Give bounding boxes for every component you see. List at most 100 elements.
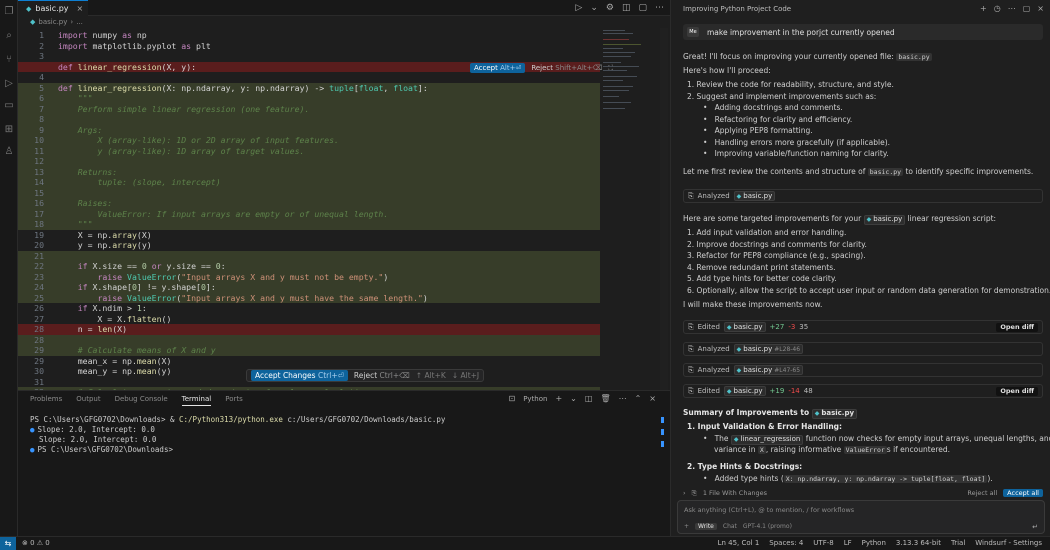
code-line[interactable]: 9 Args:: [18, 124, 600, 135]
inline-reject-button[interactable]: Reject Shift+Alt+⌫: [531, 64, 602, 72]
terminal-output[interactable]: PS C:\Users\GFG0702\Downloads> & C:/Pyth…: [30, 415, 445, 455]
toggle-panel-icon[interactable]: ▢: [638, 3, 647, 13]
code-line[interactable]: 1 import numpy as np: [18, 30, 600, 41]
extensions-icon[interactable]: ⊞: [3, 124, 15, 136]
chevron-down-icon[interactable]: ⌄: [590, 3, 598, 13]
open-editor-icon[interactable]: ▢: [1023, 4, 1031, 13]
remote-icon[interactable]: ⇆: [0, 537, 16, 550]
code-line[interactable]: 14 tuple: (slope, intercept): [18, 177, 600, 188]
code-line[interactable]: 27 X = X.flatten(): [18, 314, 600, 325]
mode-chat[interactable]: Chat: [723, 523, 737, 530]
tab-basic-py[interactable]: ◆ basic.py ×: [18, 0, 88, 16]
code-line[interactable]: 18 """: [18, 219, 600, 230]
trial-badge[interactable]: Trial: [951, 539, 965, 547]
eol[interactable]: LF: [844, 539, 852, 547]
open-diff-button[interactable]: Open diff: [996, 387, 1038, 396]
cursor-position[interactable]: Ln 45, Col 1: [718, 539, 760, 547]
code-area[interactable]: 1 import numpy as np 2 import matplotlib.py…: [18, 28, 600, 390]
code-line[interactable]: 2 import matplotlib.pyplot as plt: [18, 41, 600, 52]
code-line[interactable]: 11 y (array-like): 1D array of target va…: [18, 145, 600, 156]
tool-call-analyzed[interactable]: ⎘ Analyzed ◆ basic.py #L47-65: [683, 363, 1043, 377]
split-editor-icon[interactable]: ◫: [622, 3, 631, 13]
model-select[interactable]: GPT-4.1 (promo): [743, 523, 792, 530]
file-chip[interactable]: ◆ basic.py: [733, 191, 776, 201]
trash-icon[interactable]: 🗑: [600, 394, 610, 403]
code-line[interactable]: 3: [18, 51, 600, 62]
file-chip[interactable]: ◆ basic.py: [723, 322, 766, 332]
accept-all-button[interactable]: Accept all: [1003, 489, 1043, 497]
code-line[interactable]: 28: [18, 334, 600, 345]
history-icon[interactable]: ◷: [994, 4, 1001, 13]
tab-ports[interactable]: Ports: [225, 395, 243, 406]
more-icon[interactable]: ⋯: [1008, 4, 1016, 13]
indentation[interactable]: Spaces: 4: [769, 539, 803, 547]
code-line[interactable]: 26 if X.ndim > 1:: [18, 303, 600, 314]
code-line[interactable]: 8: [18, 114, 600, 125]
gear-icon[interactable]: ⚙: [606, 3, 614, 13]
changes-count[interactable]: 1 File With Changes: [703, 489, 767, 497]
code-line[interactable]: 28 n = len(X): [18, 324, 600, 335]
more-icon[interactable]: ⋯: [619, 394, 627, 403]
account-icon[interactable]: ♙: [3, 146, 15, 158]
next-hunk-button[interactable]: ↓ Alt+J: [452, 371, 479, 380]
run-debug-icon[interactable]: ▷: [3, 78, 15, 90]
mode-write[interactable]: Write: [695, 523, 717, 530]
terminal-shell-label[interactable]: Python: [523, 395, 547, 403]
tab-terminal[interactable]: Terminal: [181, 395, 212, 406]
code-line[interactable]: 6 """: [18, 93, 600, 104]
inline-accept-button[interactable]: Accept Alt+⏎: [470, 63, 526, 73]
chat-input[interactable]: Ask anything (Ctrl+L), @ to mention, / f…: [677, 500, 1045, 534]
code-line[interactable]: 12: [18, 156, 600, 167]
breadcrumb-file[interactable]: basic.py: [38, 18, 67, 26]
file-chip[interactable]: ◆ basic.py: [723, 386, 766, 396]
code-line[interactable]: 19 X = np.array(X): [18, 230, 600, 241]
code-line[interactable]: 22 if X.size == 0 or y.size == 0:: [18, 261, 600, 272]
code-line[interactable]: 20 y = np.array(y): [18, 240, 600, 251]
code-line[interactable]: 13 Returns:: [18, 166, 600, 177]
tool-call-analyzed[interactable]: ⎘ Analyzed ◆ basic.py: [683, 189, 1043, 203]
split-terminal-icon[interactable]: ◫: [585, 394, 593, 403]
file-chip[interactable]: ◆ basic.py #L47-65: [733, 365, 804, 375]
send-icon[interactable]: ↵: [1032, 523, 1038, 531]
tool-call-edited[interactable]: ⎘ Edited ◆ basic.py +19 -14 48 Open diff: [683, 384, 1043, 398]
chevron-right-icon[interactable]: ›: [683, 489, 686, 497]
accept-changes-button[interactable]: Accept Changes Ctrl+⏎: [251, 370, 348, 381]
reject-changes-button[interactable]: Reject Ctrl+⌫: [354, 371, 410, 380]
open-diff-button[interactable]: Open diff: [996, 323, 1038, 332]
code-line[interactable]: 29 # Calculate means of X and y: [18, 345, 600, 356]
editor-scrollbar[interactable]: [660, 28, 668, 390]
remote-explorer-icon[interactable]: ▭: [3, 100, 15, 112]
code-line[interactable]: 24 if X.shape[0] != y.shape[0]:: [18, 282, 600, 293]
files-icon[interactable]: ❐: [3, 6, 15, 18]
chevron-up-icon[interactable]: ⌃: [635, 394, 642, 403]
search-icon[interactable]: ⌕: [3, 30, 15, 42]
code-line[interactable]: 17 ValueError: If input arrays are empty…: [18, 208, 600, 219]
chevron-down-icon[interactable]: ⌄: [570, 394, 577, 403]
tool-call-analyzed[interactable]: ⎘ Analyzed ◆ basic.py #L28-46: [683, 342, 1043, 356]
interpreter[interactable]: 3.13.3 64-bit: [896, 539, 941, 547]
code-line[interactable]: 29 mean_x = np.mean(X): [18, 356, 600, 367]
plus-icon[interactable]: +: [684, 523, 689, 530]
prev-hunk-button[interactable]: ↑ Alt+K: [416, 371, 446, 380]
breadcrumb-more[interactable]: ...: [76, 18, 83, 26]
code-line[interactable]: 16 Raises:: [18, 198, 600, 209]
encoding[interactable]: UTF-8: [813, 539, 833, 547]
code-line[interactable]: 7 Perform simple linear regression (one …: [18, 103, 600, 114]
problems-count[interactable]: ⊗ 0 ⚠ 0: [22, 539, 50, 547]
close-icon[interactable]: ×: [649, 394, 656, 403]
tool-call-edited[interactable]: ⎘ Edited ◆ basic.py +27 -3 35 Open diff: [683, 320, 1043, 334]
reject-all-button[interactable]: Reject all: [967, 489, 997, 497]
code-line[interactable]: 25 raise ValueError("Input arrays X and …: [18, 292, 600, 303]
code-line[interactable]: 21: [18, 250, 600, 261]
new-terminal-icon[interactable]: +: [555, 394, 562, 403]
tab-output[interactable]: Output: [76, 395, 100, 406]
code-line[interactable]: 23 raise ValueError("Input arrays X and …: [18, 271, 600, 282]
file-chip[interactable]: ◆ basic.py #L28-46: [733, 344, 804, 354]
source-control-icon[interactable]: ⑂: [3, 54, 15, 66]
code-line[interactable]: 10 X (array-like): 1D or 2D array of inp…: [18, 135, 600, 146]
language-mode[interactable]: Python: [862, 539, 886, 547]
minimap[interactable]: [603, 28, 643, 128]
close-icon[interactable]: ×: [1037, 4, 1044, 13]
code-line[interactable]: 5 def linear_regression(X: np.ndarray, y:…: [18, 82, 600, 93]
new-chat-icon[interactable]: +: [980, 4, 987, 13]
